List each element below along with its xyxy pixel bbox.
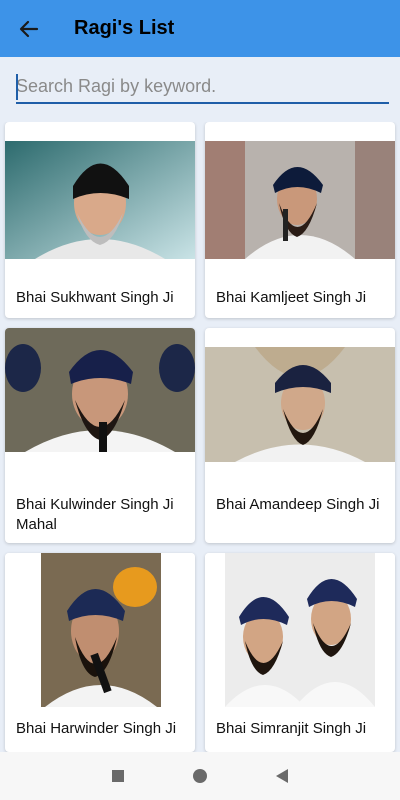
ragi-name: Bhai Kulwinder Singh Ji Mahal bbox=[16, 496, 174, 533]
home-button[interactable] bbox=[190, 766, 210, 786]
system-back-button[interactable] bbox=[272, 766, 292, 786]
search-field[interactable] bbox=[16, 70, 389, 104]
ragi-card[interactable]: Bhai Simranjit Singh Ji bbox=[205, 553, 395, 752]
square-icon bbox=[112, 770, 124, 782]
ragi-name: Bhai Amandeep Singh Ji bbox=[216, 496, 380, 513]
ragi-name: Bhai Kamljeet Singh Ji bbox=[216, 289, 367, 306]
ragi-photo bbox=[5, 328, 195, 452]
ragi-photo bbox=[205, 141, 395, 259]
ragi-photo bbox=[205, 347, 395, 462]
ragi-photo bbox=[5, 141, 195, 259]
search-input[interactable] bbox=[16, 70, 389, 102]
ragi-grid: Bhai Sukhwant Singh Ji Bhai Kamljeet Sin… bbox=[0, 122, 400, 752]
triangle-back-icon bbox=[276, 769, 288, 783]
app-bar: Ragi's List bbox=[0, 0, 400, 57]
arrow-back-icon bbox=[19, 20, 39, 38]
system-nav-bar bbox=[0, 752, 400, 800]
ragi-card[interactable]: Bhai Kulwinder Singh Ji Mahal bbox=[5, 328, 195, 543]
ragi-name: Bhai Sukhwant Singh Ji bbox=[16, 289, 174, 306]
ragi-photo bbox=[205, 553, 395, 707]
back-button[interactable] bbox=[14, 14, 44, 44]
ragi-name: Bhai Harwinder Singh Ji bbox=[16, 720, 177, 737]
ragi-photo bbox=[5, 553, 195, 707]
circle-icon bbox=[193, 769, 207, 783]
ragi-card[interactable]: Bhai Sukhwant Singh Ji bbox=[5, 122, 195, 318]
recent-apps-button[interactable] bbox=[108, 766, 128, 786]
page-title: Ragi's List bbox=[74, 17, 175, 39]
ragi-card[interactable]: Bhai Kamljeet Singh Ji bbox=[205, 122, 395, 318]
ragi-name: Bhai Simranjit Singh Ji bbox=[216, 720, 367, 737]
ragi-card[interactable]: Bhai Harwinder Singh Ji bbox=[5, 553, 195, 752]
text-caret bbox=[16, 74, 18, 100]
ragi-card[interactable]: Bhai Amandeep Singh Ji bbox=[205, 328, 395, 543]
